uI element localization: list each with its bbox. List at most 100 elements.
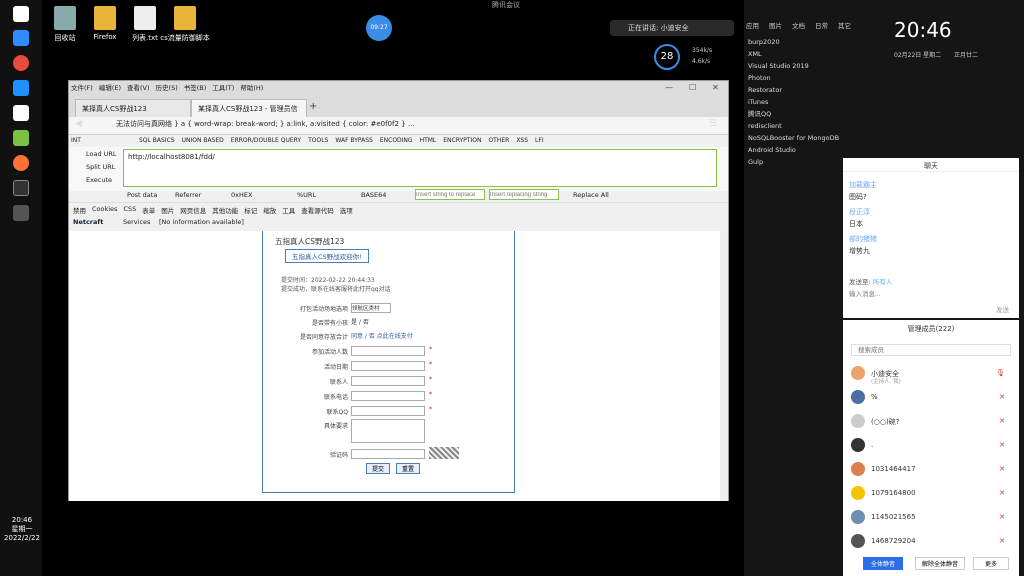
tb-misc[interactable]: 其他功能 bbox=[212, 205, 238, 215]
hackbar-xss[interactable]: XSS bbox=[516, 137, 528, 144]
member-row[interactable]: 1079164800 ✕ bbox=[851, 486, 1011, 504]
app-item[interactable]: Restorator bbox=[748, 84, 839, 96]
split-url-button[interactable]: Split URL bbox=[86, 163, 115, 171]
hackbar-waf[interactable]: WAF BYPASS bbox=[335, 137, 372, 144]
address-bar[interactable]: 无法访问与真网络 } a { word-wrap: break-word; } … bbox=[104, 119, 484, 132]
mute-all-button[interactable]: 全体静音 bbox=[863, 557, 903, 570]
excel-icon[interactable] bbox=[13, 130, 29, 146]
date-input[interactable] bbox=[351, 361, 425, 371]
contact-input[interactable] bbox=[351, 376, 425, 386]
firefox-icon[interactable] bbox=[13, 155, 29, 171]
tb-forms[interactable]: 表单 bbox=[142, 205, 155, 215]
tab-images[interactable]: 图片 bbox=[769, 20, 782, 30]
chat-to-select[interactable]: 所有人 bbox=[873, 278, 893, 286]
phone-input[interactable] bbox=[351, 391, 425, 401]
tab-docs[interactable]: 文档 bbox=[792, 20, 805, 30]
member-row[interactable]: 小迪安全 (主持人, 我) 🎙 bbox=[851, 366, 1011, 385]
tb-options[interactable]: 选项 bbox=[340, 205, 353, 215]
qq-input[interactable] bbox=[351, 406, 425, 416]
app-item[interactable]: iTunes bbox=[748, 96, 839, 108]
member-row[interactable]: % ✕ bbox=[851, 390, 1011, 408]
minimize-button[interactable]: — bbox=[665, 83, 673, 92]
hackbar-html[interactable]: HTML bbox=[420, 137, 437, 144]
hackbar-union[interactable]: UNION BASED bbox=[182, 137, 224, 144]
tab-other[interactable]: 其它 bbox=[838, 20, 851, 30]
maximize-button[interactable]: ☐ bbox=[689, 83, 696, 92]
tb-css[interactable]: CSS bbox=[123, 205, 136, 215]
hackbar-other[interactable]: OTHER bbox=[488, 137, 509, 144]
menu-history[interactable]: 历史(S) bbox=[156, 82, 178, 92]
referrer-checkbox[interactable]: Referrer bbox=[175, 191, 201, 199]
member-row[interactable]: (○○)碗? ✕ bbox=[851, 414, 1011, 432]
tab-daily[interactable]: 日常 bbox=[815, 20, 828, 30]
menu-view[interactable]: 查看(V) bbox=[127, 82, 150, 92]
notes-icon[interactable] bbox=[13, 105, 29, 121]
tb-images[interactable]: 图片 bbox=[161, 205, 174, 215]
submit-button[interactable]: 提交 bbox=[366, 463, 390, 474]
hackbar-tools[interactable]: TOOLS bbox=[308, 137, 328, 144]
hex-button[interactable]: 0xHEX bbox=[231, 191, 252, 199]
app-item[interactable]: XML bbox=[748, 48, 839, 60]
desktop-icon-folder[interactable]: cs流量防御脚本 bbox=[155, 6, 215, 43]
site-select[interactable]: 领航区类村 bbox=[351, 303, 391, 313]
meeting-timer[interactable]: 09:27 bbox=[366, 15, 392, 41]
app-item[interactable]: redisclient bbox=[748, 120, 839, 132]
agree-radio[interactable]: 同意 / 否 点此在线支付 bbox=[351, 331, 413, 340]
app-item[interactable]: NoSQLBooster for MongoDB bbox=[748, 132, 839, 144]
post-data-checkbox[interactable]: Post data bbox=[127, 191, 157, 199]
cortana-icon[interactable] bbox=[13, 30, 29, 46]
load-url-button[interactable]: Load URL bbox=[86, 150, 117, 158]
hackbar-encryption[interactable]: ENCRYPTION bbox=[443, 137, 481, 144]
people-input[interactable] bbox=[351, 346, 425, 356]
unmute-all-button[interactable]: 解除全体静音 bbox=[915, 557, 965, 570]
requirements-textarea[interactable] bbox=[351, 419, 425, 443]
replace-to-input[interactable] bbox=[489, 189, 559, 200]
chat-input[interactable] bbox=[849, 288, 1009, 300]
tb-disable[interactable]: 禁用 bbox=[73, 205, 86, 215]
base64-button[interactable]: BASE64 bbox=[361, 191, 386, 199]
hackbar-select[interactable]: INT bbox=[71, 137, 81, 144]
menu-tools[interactable]: 工具(T) bbox=[212, 82, 234, 92]
tb-source[interactable]: 查看源代码 bbox=[301, 205, 334, 215]
terminal-icon[interactable] bbox=[13, 180, 29, 196]
execute-button[interactable]: Execute bbox=[86, 176, 112, 184]
replace-all-checkbox[interactable]: Replace All bbox=[573, 191, 609, 199]
member-row[interactable]: 1145021565 ✕ bbox=[851, 510, 1011, 528]
send-button[interactable]: 发送 bbox=[996, 304, 1009, 314]
menu-bookmarks[interactable]: 书签(B) bbox=[184, 82, 207, 92]
hackbar-url-input[interactable]: http://localhost8081/fdd/ bbox=[123, 149, 717, 187]
hackbar-lfi[interactable]: LFI bbox=[535, 137, 544, 144]
app-icon[interactable] bbox=[13, 205, 29, 221]
menu-file[interactable]: 文件(F) bbox=[71, 82, 93, 92]
services-menu[interactable]: Services bbox=[123, 218, 150, 226]
hackbar-encoding[interactable]: ENCODING bbox=[380, 137, 413, 144]
replace-from-input[interactable] bbox=[415, 189, 485, 200]
tab-2[interactable]: 某择真人CS野战123 - 管理员信 bbox=[191, 99, 307, 118]
app-item[interactable]: Photon bbox=[748, 72, 839, 84]
close-button[interactable]: ✕ bbox=[712, 83, 719, 92]
hackbar-error[interactable]: ERROR/DOUBLE QUERY bbox=[231, 137, 301, 144]
windows-icon[interactable] bbox=[13, 6, 29, 22]
hackbar-sql-basics[interactable]: SQL BASICS bbox=[139, 137, 175, 144]
app-item[interactable]: Android Studio bbox=[748, 144, 839, 156]
app-item[interactable]: 腾讯QQ bbox=[748, 108, 839, 120]
menu-edit[interactable]: 编辑(E) bbox=[99, 82, 121, 92]
member-search-input[interactable] bbox=[851, 344, 1011, 356]
tab-apps[interactable]: 应用 bbox=[746, 20, 759, 30]
tab-1[interactable]: 某择真人CS野战123 bbox=[75, 99, 191, 118]
scrollbar[interactable] bbox=[720, 231, 728, 501]
chrome-icon[interactable] bbox=[13, 55, 29, 71]
urlencode-button[interactable]: %URL bbox=[297, 191, 316, 199]
tb-cookies[interactable]: Cookies bbox=[92, 205, 117, 215]
tb-resize[interactable]: 缩放 bbox=[263, 205, 276, 215]
menu-icon[interactable]: ☰ bbox=[709, 119, 717, 129]
back-icon[interactable]: ◀ bbox=[75, 119, 82, 129]
member-row[interactable]: . ✕ bbox=[851, 438, 1011, 456]
app-item[interactable]: burp2020 bbox=[748, 36, 839, 48]
captcha-image[interactable] bbox=[429, 447, 459, 459]
more-button[interactable]: 更多 bbox=[973, 557, 1009, 570]
member-row[interactable]: 1468729204 ✕ bbox=[851, 534, 1011, 552]
captcha-input[interactable] bbox=[351, 449, 425, 459]
new-tab-button[interactable]: + bbox=[309, 101, 317, 112]
menu-help[interactable]: 帮助(H) bbox=[240, 82, 263, 92]
